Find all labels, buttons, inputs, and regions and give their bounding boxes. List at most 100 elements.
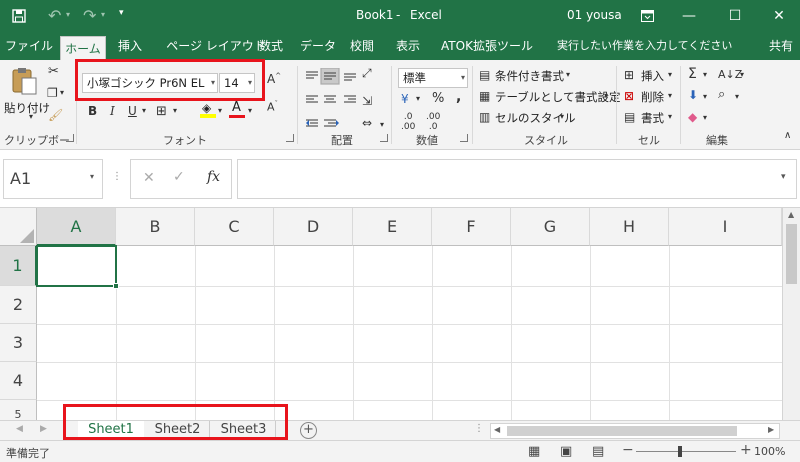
clipboard-launcher-icon[interactable] xyxy=(66,134,74,142)
row-header-4[interactable]: 4 xyxy=(0,362,37,400)
tab-home[interactable]: ホーム xyxy=(60,36,106,60)
tab-formulas[interactable]: 数式 xyxy=(255,32,287,60)
column-header-a[interactable]: A xyxy=(37,208,116,246)
close-icon[interactable]: ✕ xyxy=(756,0,800,32)
column-header-i[interactable]: I xyxy=(669,208,782,246)
scroll-right-icon[interactable]: ▶ xyxy=(768,425,774,434)
column-header-e[interactable]: E xyxy=(353,208,432,246)
column-header-c[interactable]: C xyxy=(195,208,274,246)
normal-view-icon[interactable]: ▦ xyxy=(528,444,540,459)
format-cells-icon[interactable]: ▤ xyxy=(624,110,635,124)
scrollbar-thumb[interactable] xyxy=(507,426,737,436)
row-header-5[interactable]: 5 xyxy=(0,400,37,420)
column-header-h[interactable]: H xyxy=(590,208,669,246)
page-layout-view-icon[interactable]: ▣ xyxy=(560,444,572,459)
zoom-in-icon[interactable]: + xyxy=(740,442,752,458)
undo-dropdown-icon[interactable]: ▾ xyxy=(66,10,70,19)
alignment-launcher-icon[interactable] xyxy=(380,134,388,142)
maximize-icon[interactable]: ☐ xyxy=(712,0,758,32)
paste-dropdown-icon[interactable]: ▾ xyxy=(29,112,33,121)
currency-dropdown-icon[interactable]: ▾ xyxy=(416,94,420,103)
column-header-b[interactable]: B xyxy=(116,208,195,246)
new-sheet-icon[interactable]: + xyxy=(300,422,317,439)
fill-color-dropdown-icon[interactable]: ▾ xyxy=(218,106,222,115)
collapse-ribbon-icon[interactable]: ∧ xyxy=(784,130,791,141)
fill-handle[interactable] xyxy=(113,283,119,289)
chevron-down-icon[interactable]: ▾ xyxy=(668,91,672,100)
zoom-slider-thumb[interactable] xyxy=(678,446,682,457)
font-launcher-icon[interactable] xyxy=(286,134,294,142)
increase-decimal-icon[interactable]: .0.00 xyxy=(401,112,415,132)
decrease-decimal-icon[interactable]: .00.0 xyxy=(426,112,440,132)
font-color-icon[interactable]: A xyxy=(229,100,245,118)
italic-icon[interactable]: I xyxy=(110,104,115,118)
customize-qat-icon[interactable]: ▾ xyxy=(119,8,124,18)
chevron-down-icon[interactable]: ▾ xyxy=(461,69,465,87)
autosum-dropdown-icon[interactable]: ▾ xyxy=(703,70,707,79)
fill-dropdown-icon[interactable]: ▾ xyxy=(703,92,707,101)
scroll-left-icon[interactable]: ◀ xyxy=(494,425,500,434)
wrap-text-icon[interactable]: ⇲ xyxy=(362,94,372,108)
font-color-dropdown-icon[interactable]: ▾ xyxy=(248,106,252,115)
zoom-level[interactable]: 100% xyxy=(754,445,785,458)
format-cells-button[interactable]: 書式 xyxy=(641,110,664,126)
active-cell[interactable] xyxy=(36,245,117,287)
fill-color-icon[interactable]: ◈ xyxy=(200,101,216,118)
tab-file[interactable]: ファイル xyxy=(4,32,54,60)
tab-atok[interactable]: ATOK拡張ツール xyxy=(438,32,536,60)
shrink-font-icon[interactable]: Aˇ xyxy=(267,100,278,114)
scroll-up-icon[interactable]: ▲ xyxy=(788,210,794,219)
format-painter-icon[interactable]: 🖌 xyxy=(48,108,63,122)
horizontal-scrollbar[interactable]: ◀ ▶ xyxy=(490,423,780,439)
chevron-down-icon[interactable]: ▾ xyxy=(560,112,564,121)
clear-dropdown-icon[interactable]: ▾ xyxy=(703,113,707,122)
format-as-table-button[interactable]: テーブルとして書式設定 xyxy=(495,89,620,105)
page-break-view-icon[interactable]: ▤ xyxy=(592,444,604,459)
worksheet-grid[interactable]: A B C D E F G H I 1 2 3 4 5 ▲ xyxy=(0,208,800,420)
autosum-icon[interactable]: Σ xyxy=(688,66,697,82)
scrollbar-thumb[interactable] xyxy=(786,224,797,284)
column-header-d[interactable]: D xyxy=(274,208,353,246)
enter-icon[interactable]: ✓ xyxy=(173,169,185,185)
tab-view[interactable]: 表示 xyxy=(392,32,424,60)
number-launcher-icon[interactable] xyxy=(460,134,468,142)
formula-input[interactable]: ▾ xyxy=(237,159,797,199)
tab-data[interactable]: データ xyxy=(298,32,338,60)
sort-filter-dropdown-icon[interactable]: ▾ xyxy=(740,70,744,79)
cancel-icon[interactable]: ✕ xyxy=(143,170,155,186)
cut-icon[interactable]: ✂ xyxy=(48,64,59,79)
find-select-icon[interactable]: ⌕ xyxy=(718,87,725,102)
chevron-down-icon[interactable]: ▾ xyxy=(90,172,94,181)
grow-font-icon[interactable]: A^ xyxy=(267,72,281,86)
ribbon-display-options-icon[interactable] xyxy=(641,10,654,22)
chevron-down-icon[interactable]: ▾ xyxy=(668,70,672,79)
comma-icon[interactable]: , xyxy=(456,89,461,105)
number-format-combo[interactable]: 標準 ▾ xyxy=(398,68,468,88)
format-as-table-icon[interactable]: ▦ xyxy=(479,89,490,103)
merge-dropdown-icon[interactable]: ▾ xyxy=(380,120,384,129)
scroll-sheets-left-icon[interactable]: ◀ xyxy=(16,424,23,434)
bold-icon[interactable]: B xyxy=(88,104,97,118)
vertical-scrollbar[interactable]: ▲ xyxy=(782,208,800,420)
row-header-1[interactable]: 1 xyxy=(0,246,37,286)
tell-me-box[interactable]: 実行したい作業を入力してください xyxy=(557,32,732,60)
select-all-button[interactable] xyxy=(0,208,37,246)
find-select-dropdown-icon[interactable]: ▾ xyxy=(735,92,739,101)
paste-label[interactable]: 貼り付け xyxy=(4,100,50,116)
row-header-2[interactable]: 2 xyxy=(0,286,37,324)
clear-icon[interactable]: ◆ xyxy=(688,110,697,124)
copy-icon[interactable]: ❐ xyxy=(47,86,58,100)
borders-icon[interactable]: ⊞ xyxy=(156,104,167,119)
insert-cells-icon[interactable]: ⊞ xyxy=(624,68,634,82)
redo-dropdown-icon[interactable]: ▾ xyxy=(101,10,105,19)
insert-function-icon[interactable]: fx xyxy=(207,169,220,185)
column-header-g[interactable]: G xyxy=(511,208,590,246)
redo-icon[interactable]: ↷ xyxy=(83,6,96,25)
percent-icon[interactable]: % xyxy=(432,91,444,106)
zoom-out-icon[interactable]: − xyxy=(622,442,634,458)
borders-dropdown-icon[interactable]: ▾ xyxy=(173,106,177,115)
merge-center-icon[interactable]: ⇔ xyxy=(362,116,372,130)
orientation-icon[interactable]: ⤢ xyxy=(362,66,372,81)
minimize-icon[interactable]: — xyxy=(666,0,712,32)
share-button[interactable]: 共有 xyxy=(766,32,796,60)
